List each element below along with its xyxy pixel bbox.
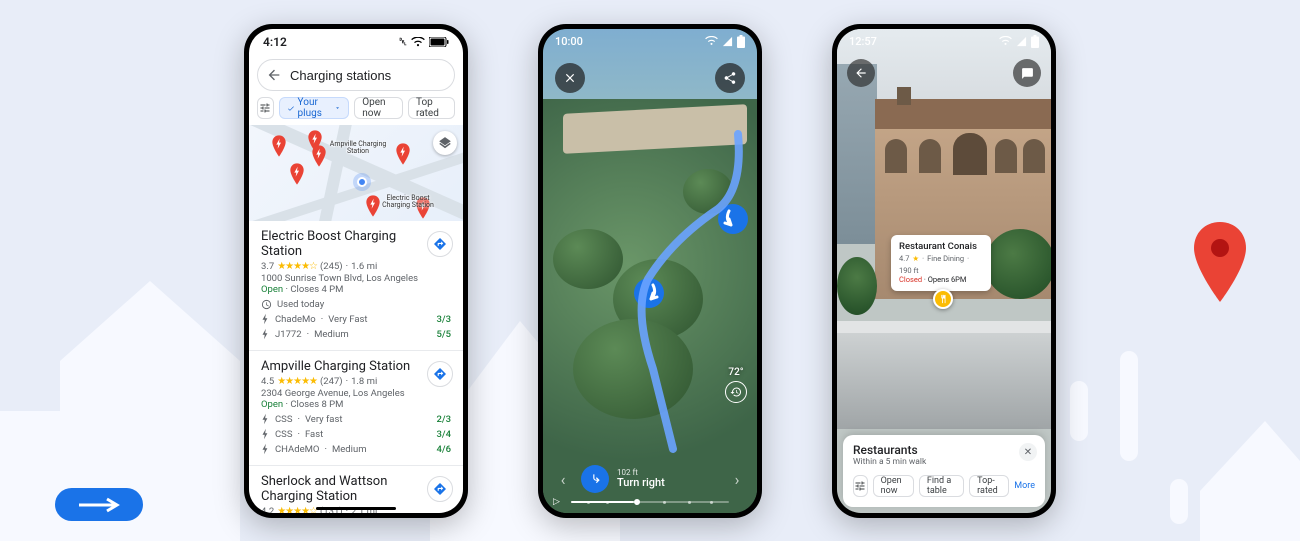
result-used-today: Used today	[261, 299, 451, 310]
bolt-icon	[261, 328, 270, 340]
phone-ev-search: 4:12 ␡ Your plu	[244, 24, 468, 518]
status-time: 10:00	[555, 35, 583, 48]
place-name: Restaurant Conais	[899, 241, 983, 252]
battery-icon	[1031, 35, 1039, 48]
turn-icon	[581, 465, 609, 493]
result-item[interactable]: Ampville Charging Station 4.5★★★★★ (247)…	[249, 351, 463, 466]
next-step-button[interactable]: ›	[727, 470, 747, 489]
current-step: 102 ft Turn right	[581, 465, 665, 493]
progress-scrubber[interactable]	[571, 501, 729, 503]
status-time: 12:57	[849, 35, 877, 48]
result-item[interactable]: Electric Boost Charging Station 3.7 ★★★★…	[249, 221, 463, 351]
battery-icon	[429, 37, 449, 47]
chip-top-rated[interactable]: Top-rated	[969, 475, 1009, 497]
back-button[interactable]	[847, 59, 875, 87]
phone-immersive-view: 10:00 72° ‹	[538, 24, 762, 518]
layers-button[interactable]	[433, 131, 457, 155]
signal-icon: ␡	[399, 37, 407, 48]
play-button[interactable]: ▷	[553, 497, 560, 507]
share-button[interactable]	[715, 63, 745, 93]
search-bar[interactable]	[257, 59, 455, 91]
result-name: Sherlock and Wattson Charging Station	[261, 474, 451, 504]
wifi-icon	[705, 36, 718, 46]
map-pin-label-2: Electric Boost Charging Station	[375, 195, 441, 209]
back-icon[interactable]	[266, 66, 282, 84]
battery-icon	[737, 35, 745, 48]
clock-history-icon	[730, 386, 742, 398]
tune-icon[interactable]	[853, 475, 868, 497]
user-location-dot	[357, 177, 367, 187]
layers-icon	[438, 136, 452, 150]
directions-button[interactable]	[427, 476, 453, 502]
filter-chips-row: Your plugs Open now Top rated	[249, 97, 463, 125]
signal-icon	[1016, 36, 1027, 47]
status-bar: 10:00	[543, 29, 757, 53]
tune-icon[interactable]	[257, 97, 274, 119]
status-indicators	[999, 35, 1039, 48]
result-hours: Open · Closes 4 PM	[261, 284, 451, 295]
directions-button[interactable]	[427, 361, 453, 387]
directions-button[interactable]	[427, 231, 453, 257]
sheet-subtitle: Within a 5 min walk	[853, 457, 1035, 467]
route-line	[543, 29, 757, 513]
place-info-card[interactable]: Restaurant Conais 4.7★· Fine Dining· 190…	[891, 235, 991, 291]
chat-icon	[1021, 67, 1034, 80]
close-sheet-button[interactable]: ✕	[1019, 443, 1037, 461]
plug-row: J1772·Medium5/5	[261, 328, 451, 340]
chevron-down-icon	[334, 103, 341, 113]
feedback-button[interactable]	[1013, 59, 1041, 87]
chip-your-plugs[interactable]: Your plugs	[279, 97, 350, 119]
place-pin-icon[interactable]	[933, 289, 953, 309]
close-icon	[563, 71, 577, 85]
restaurant-icon	[938, 294, 948, 304]
chip-top-rated[interactable]: Top rated	[408, 97, 455, 119]
status-indicators	[705, 35, 745, 48]
chip-find-table[interactable]: Find a table	[919, 475, 964, 497]
close-button[interactable]	[555, 63, 585, 93]
result-name: Electric Boost Charging Station	[261, 229, 451, 259]
wifi-icon	[411, 37, 425, 47]
time-slider-button[interactable]	[725, 381, 747, 403]
status-bar: 12:57	[837, 29, 1051, 53]
map-preview[interactable]: Ampville Charging Station Electric Boost…	[249, 125, 463, 221]
clock-icon	[261, 299, 272, 310]
bolt-icon	[261, 313, 270, 325]
result-address: 1000 Sunrise Town Blvd, Los Angeles	[261, 273, 451, 284]
bottom-sheet: ✕ Restaurants Within a 5 min walk Open n…	[843, 435, 1045, 507]
chip-open-now[interactable]: Open now	[354, 97, 403, 119]
back-icon	[854, 66, 868, 80]
result-item[interactable]: Sherlock and Wattson Charging Station 4.…	[249, 466, 463, 513]
share-icon	[723, 71, 737, 85]
chip-open-now[interactable]: Open now	[873, 475, 914, 497]
result-rating-row: 3.7 ★★★★☆ (245)· 1.6 mi	[261, 261, 451, 272]
sheet-title: Restaurants	[853, 443, 1035, 457]
wifi-icon	[999, 36, 1012, 46]
status-time: 4:12	[263, 35, 287, 49]
map-pin-label-1: Ampville Charging Station	[323, 141, 393, 155]
signal-icon	[722, 36, 733, 47]
phone-lens-search: 12:57 Restaurant Conais 4.7★· Fine Dinin…	[832, 24, 1056, 518]
prev-step-button[interactable]: ‹	[553, 470, 573, 489]
more-link[interactable]: More	[1014, 481, 1035, 491]
plug-row: ChadeMo·Very Fast3/3	[261, 313, 451, 325]
search-input[interactable]	[290, 68, 463, 83]
status-indicators: ␡	[399, 37, 449, 48]
result-name: Ampville Charging Station	[261, 359, 451, 374]
home-indicator	[316, 507, 396, 510]
weather-widget[interactable]: 72°	[725, 367, 747, 403]
route-step-nav: ‹ 102 ft Turn right ›	[553, 465, 747, 493]
status-bar: 4:12 ␡	[249, 29, 463, 55]
sheet-chips-row: Open now Find a table Top-rated More	[853, 475, 1035, 497]
